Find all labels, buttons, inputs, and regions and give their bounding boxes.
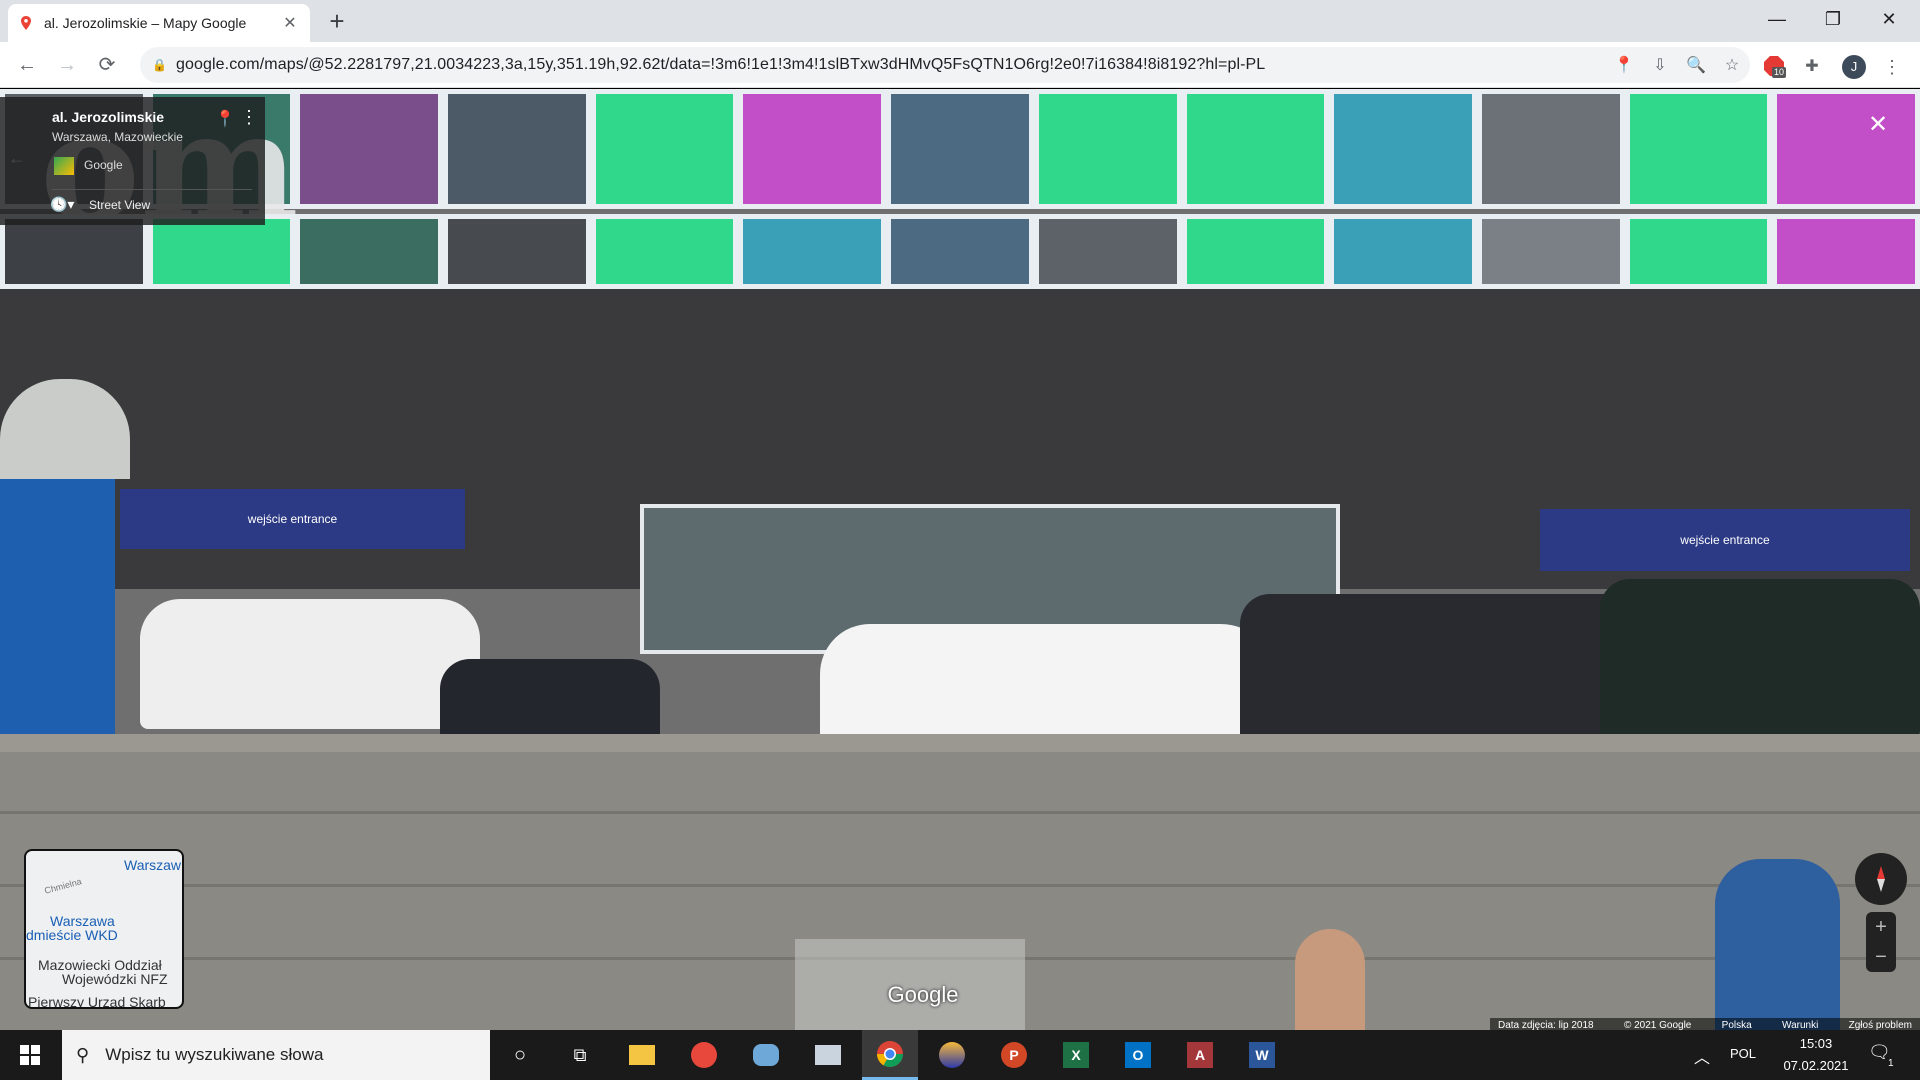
chrome-menu-icon[interactable]: ⋮ xyxy=(1880,55,1904,79)
more-options-icon[interactable]: ⋮ xyxy=(240,107,258,128)
extensions-puzzle-icon[interactable]: ✚ xyxy=(1800,55,1824,79)
profile-avatar[interactable]: J xyxy=(1842,55,1866,79)
green-suv xyxy=(1600,579,1920,739)
place-title: al. Jerozolimskie xyxy=(52,109,165,125)
back-button[interactable]: ← xyxy=(12,50,42,80)
cortana-icon[interactable]: ○ xyxy=(492,1030,548,1080)
pedestrian-woman xyxy=(1295,929,1365,1030)
white-sedan xyxy=(820,624,1280,744)
map-pin-icon[interactable]: 📍 xyxy=(215,109,235,129)
country-link[interactable]: Polska xyxy=(1722,1020,1752,1031)
street-view-label: Street View xyxy=(89,198,151,212)
close-window-button[interactable]: ✕ xyxy=(1866,0,1912,40)
zoom-in-button[interactable]: + xyxy=(1866,912,1896,942)
copyright: © 2021 Google xyxy=(1623,1019,1692,1031)
forward-button[interactable]: → xyxy=(52,50,82,80)
minimap[interactable]: Warszaw Chmielna Warszawa dmieście WKD M… xyxy=(24,849,184,1009)
search-icon: ⚲ xyxy=(76,1044,90,1065)
entrance-sign-right: wejście entrance xyxy=(1540,509,1910,571)
lower-windows xyxy=(0,214,1920,289)
minimap-label: Pierwszy Urząd Skarb xyxy=(28,994,166,1009)
close-street-view-icon[interactable]: ✕ xyxy=(1868,110,1888,139)
google-maps-favicon-icon xyxy=(21,16,31,30)
google-watermark: Google xyxy=(887,982,959,1007)
clock-date[interactable]: 07.02.2021 xyxy=(1776,1058,1856,1073)
notification-count: 1 xyxy=(1888,1058,1894,1069)
adblock-extension-icon[interactable]: 10 xyxy=(1762,55,1787,79)
tab-title: al. Jerozolimskie – Mapy Google xyxy=(44,15,247,31)
terms-link[interactable]: Warunki xyxy=(1782,1020,1818,1031)
capture-date: Data zdjęcia: lip 2018 xyxy=(1498,1019,1594,1031)
extension-badge: 10 xyxy=(1772,67,1787,78)
street-view-panorama[interactable]: om wejście entrance wejście entrance Goo… xyxy=(0,89,1920,1030)
outlook-icon[interactable]: O xyxy=(1110,1030,1166,1080)
new-tab-button[interactable]: + xyxy=(322,8,352,36)
location-card: al. Jerozolimskie Warszawa, Mazowieckie … xyxy=(0,97,265,225)
column-dome xyxy=(0,379,130,479)
zoom-out-button[interactable]: − xyxy=(1866,942,1896,972)
maximize-button[interactable]: ❐ xyxy=(1810,0,1856,40)
windows-logo-icon xyxy=(20,1045,40,1065)
address-bar[interactable]: 🔒 google.com/maps/@52.2281797,21.0034223… xyxy=(140,47,1750,83)
file-explorer-icon[interactable] xyxy=(614,1030,670,1080)
white-car xyxy=(140,599,480,729)
start-button[interactable] xyxy=(0,1030,60,1080)
report-problem-link[interactable]: Zgłoś problem xyxy=(1849,1020,1912,1031)
task-view-icon[interactable]: ⧉ xyxy=(552,1030,608,1080)
history-clock-icon[interactable]: 🕓▾ xyxy=(50,196,74,213)
bookmark-star-icon[interactable]: ☆ xyxy=(1714,55,1750,75)
dark-sedan xyxy=(440,659,660,739)
browser-toolbar: ← → ⟳ 🔒 google.com/maps/@52.2281797,21.0… xyxy=(0,42,1920,88)
app-red-circle-icon[interactable] xyxy=(676,1030,732,1080)
compass-icon[interactable] xyxy=(1855,853,1907,905)
word-icon[interactable]: W xyxy=(1234,1030,1290,1080)
tab-strip: al. Jerozolimskie – Mapy Google ✕ + — ❐ … xyxy=(0,0,1920,42)
access-icon[interactable]: A xyxy=(1172,1030,1228,1080)
taskbar-search[interactable]: ⚲ Wpisz tu wyszukiwane słowa xyxy=(62,1030,490,1080)
reload-button[interactable]: ⟳ xyxy=(92,50,122,80)
pedestrian-man xyxy=(1715,859,1840,1030)
wall-coping xyxy=(0,734,1920,752)
photos-app-icon[interactable] xyxy=(800,1030,856,1080)
zoom-control: + − xyxy=(1866,912,1896,972)
zoom-icon[interactable]: 🔍 xyxy=(1678,55,1714,75)
entrance-sign-left: wejście entrance xyxy=(120,489,465,549)
excel-icon[interactable]: X xyxy=(1048,1030,1104,1080)
minimap-label: Warszaw xyxy=(124,857,182,873)
tab-maps[interactable]: al. Jerozolimskie – Mapy Google ✕ xyxy=(8,4,310,42)
language-indicator[interactable]: POL xyxy=(1730,1046,1756,1061)
install-app-icon[interactable]: ⇩ xyxy=(1642,55,1678,75)
windows-taskbar: ⚲ Wpisz tu wyszukiwane słowa ○ ⧉ P X O A… xyxy=(0,1030,1920,1080)
google-photos-icon xyxy=(54,157,74,175)
minimap-label: Chmielna xyxy=(43,876,83,896)
minimap-label: Wojewódzki NFZ xyxy=(62,971,168,987)
weather-app-icon[interactable] xyxy=(924,1030,980,1080)
tab-close-icon[interactable]: ✕ xyxy=(280,13,300,33)
clock-time[interactable]: 15:03 xyxy=(1776,1036,1856,1051)
chrome-taskbar-icon[interactable] xyxy=(862,1030,918,1080)
url-text: google.com/maps/@52.2281797,21.0034223,3… xyxy=(176,56,1266,73)
minimap-label: dmieście WKD xyxy=(26,927,118,943)
location-pin-icon[interactable]: 📍 xyxy=(1606,55,1642,75)
provider-label: Google xyxy=(84,158,123,172)
lock-icon: 🔒 xyxy=(152,58,167,72)
powerpoint-icon[interactable]: P xyxy=(986,1030,1042,1080)
minimize-button[interactable]: — xyxy=(1754,0,1800,40)
search-placeholder: Wpisz tu wyszukiwane słowa xyxy=(105,1045,324,1064)
divider xyxy=(52,189,252,190)
place-subtitle: Warszawa, Mazowieckie xyxy=(52,130,183,144)
tray-chevron-icon[interactable]: ︿ xyxy=(1694,1044,1710,1068)
paint-icon[interactable] xyxy=(738,1030,794,1080)
